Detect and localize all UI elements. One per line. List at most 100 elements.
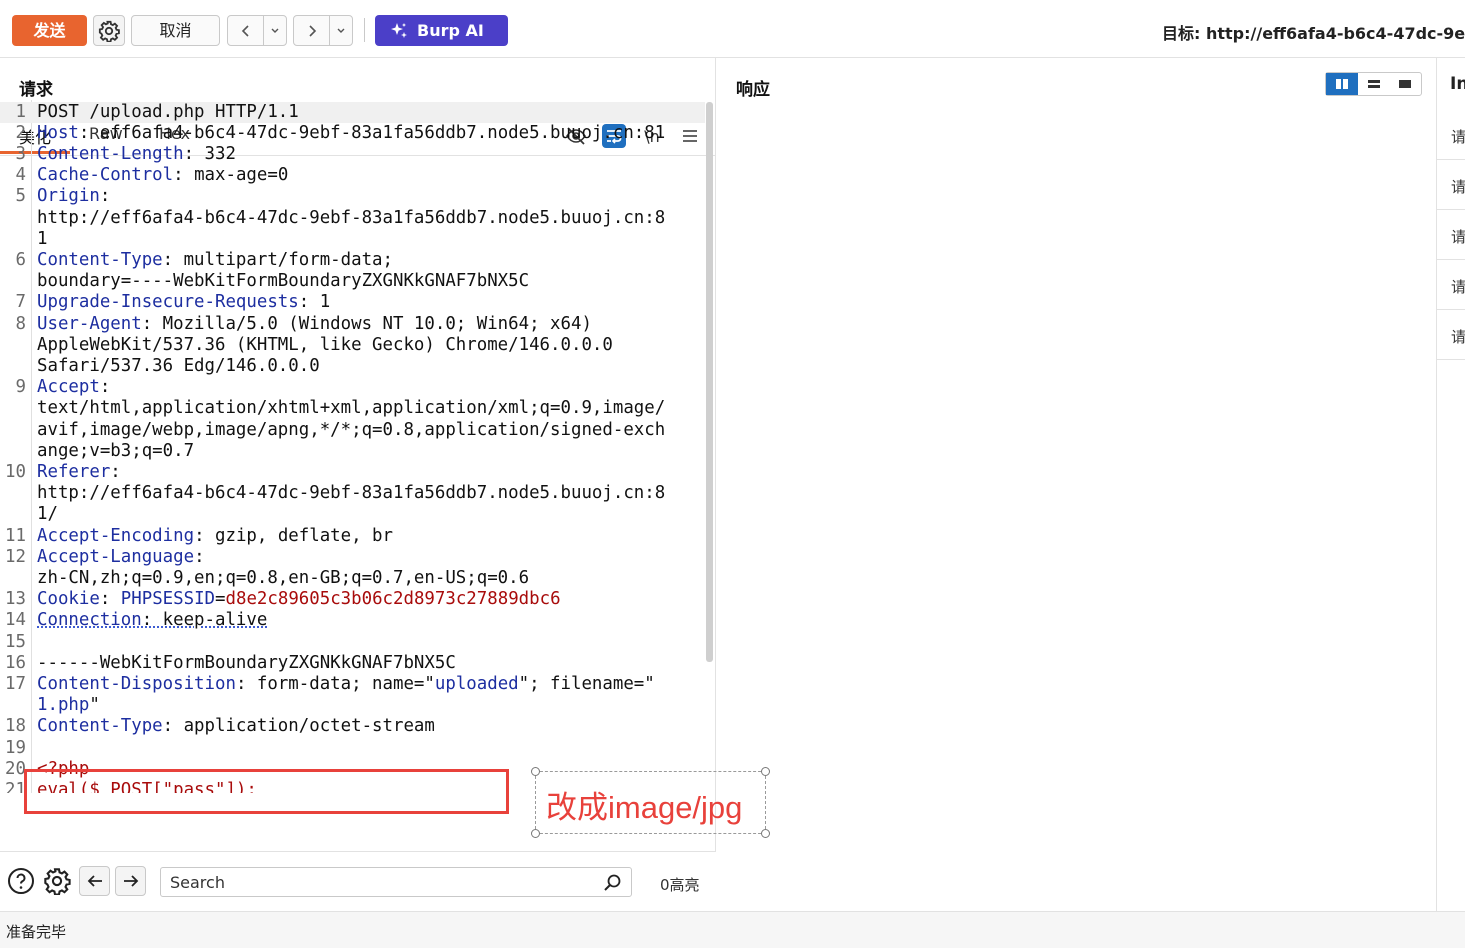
code-line[interactable]: 9 Accept: [0, 377, 705, 398]
search-settings-button[interactable] [42, 866, 72, 896]
inspector-row[interactable]: 请 [1437, 160, 1465, 210]
code-line[interactable]: 12 Accept-Language: [0, 547, 705, 568]
code-line[interactable]: 11 Accept-Encoding: gzip, deflate, br [0, 526, 705, 547]
single-view-button[interactable] [1389, 73, 1421, 95]
code-token: Content-Length [37, 143, 184, 164]
code-line[interactable]: 1 [0, 229, 705, 250]
code-token: ------WebKitFormBoundaryZXGNKkGNAF7bNX5C [37, 652, 456, 673]
code-token: PHPSESSID [120, 589, 216, 610]
code-token: avif,image/webp,image/apng,*/*;q=0.8,app… [37, 419, 666, 440]
inspector-row-label: 请 [1451, 328, 1465, 346]
code-line[interactable]: 14 Connection: keep-alive [0, 610, 705, 631]
settings-button[interactable] [93, 15, 125, 46]
code-line[interactable]: Safari/537.36 Edg/146.0.0.0 [0, 356, 705, 377]
code-line[interactable]: text/html,application/xhtml+xml,applicat… [0, 398, 705, 419]
code-token: 1/ [37, 504, 58, 525]
line-content: 1/ [37, 504, 58, 525]
code-line[interactable]: 7 Upgrade-Insecure-Requests: 1 [0, 292, 705, 313]
line-content: ange;v=b3;q=0.7 [37, 441, 194, 462]
code-line[interactable]: AppleWebKit/537.36 (KHTML, like Gecko) C… [0, 335, 705, 356]
inspector-row[interactable]: 请 [1437, 110, 1465, 160]
code-line[interactable]: 8 User-Agent: Mozilla/5.0 (Windows NT 10.… [0, 314, 705, 335]
code-line[interactable]: boundary=----WebKitFormBoundaryZXGNKkGNA… [0, 271, 705, 292]
back-button[interactable] [228, 16, 264, 45]
gear-icon [44, 868, 71, 895]
editor-scrollbar[interactable] [706, 102, 713, 662]
code-token: : max-age=0 [173, 165, 289, 186]
search-input[interactable]: Search [160, 867, 632, 897]
code-line[interactable]: zh-CN,zh;q=0.9,en;q=0.8,en-GB;q=0.7,en-U… [0, 568, 705, 589]
code-line[interactable]: 19 [0, 738, 705, 759]
code-line[interactable]: http://eff6afa4-b6c4-47dc-9ebf-83a1fa56d… [0, 483, 705, 504]
code-line[interactable]: 2 Host: eff6afa4-b6c4-47dc-9ebf-83a1fa56d… [0, 123, 705, 144]
line-content: Origin: [37, 186, 110, 207]
split-horizontal-button[interactable] [1358, 73, 1390, 95]
code-line[interactable]: 4 Cache-Control: max-age=0 [0, 165, 705, 186]
code-line[interactable]: 15 [0, 632, 705, 653]
code-line[interactable]: 13 Cookie: PHPSESSID=d8e2c89605c3b06c2d89… [0, 589, 705, 610]
resize-handle[interactable] [531, 829, 540, 838]
code-token: : 1 [298, 292, 331, 313]
forward-button[interactable] [294, 16, 330, 45]
help-icon [8, 868, 34, 894]
code-line[interactable]: ange;v=b3;q=0.7 [0, 441, 705, 462]
line-number: 8 [15, 313, 26, 334]
code-line[interactable]: 18 Content-Type: application/octet-stream [0, 716, 705, 737]
code-line[interactable]: http://eff6afa4-b6c4-47dc-9ebf-83a1fa56d… [0, 208, 705, 229]
line-number: 15 [5, 631, 26, 652]
code-token: Safari/537.36 Edg/146.0.0.0 [37, 355, 320, 376]
burp-ai-button[interactable]: Burp AI [375, 15, 508, 46]
sparkle-icon [391, 22, 407, 38]
target-url[interactable]: 目标: http://eff6afa4-b6c4-47dc-9ebf- [1162, 20, 1465, 44]
line-number: 20 [5, 758, 26, 779]
code-token: Referer [37, 461, 111, 482]
code-line[interactable]: 5 Origin: [0, 186, 705, 207]
help-button[interactable] [6, 866, 36, 896]
code-line[interactable]: 3 Content-Length: 332 [0, 144, 705, 165]
inspector-row[interactable]: 请 [1437, 210, 1465, 260]
inspector-row-label: 请 [1451, 228, 1465, 246]
code-token: Accept [37, 377, 100, 398]
line-number: 2 [15, 122, 26, 143]
code-line[interactable]: 6 Content-Type: multipart/form-data; [0, 250, 705, 271]
resize-handle[interactable] [531, 767, 540, 776]
highlight-box [24, 769, 509, 814]
cancel-button[interactable]: 取消 [131, 15, 220, 46]
line-content: Content-Type: multipart/form-data; [37, 250, 393, 271]
line-content: Cookie: PHPSESSID=d8e2c89605c3b06c2d8973… [37, 589, 561, 610]
code-line[interactable]: avif,image/webp,image/apng,*/*;q=0.8,app… [0, 420, 705, 441]
line-content: AppleWebKit/537.36 (KHTML, like Gecko) C… [37, 335, 613, 356]
line-content: Safari/537.36 Edg/146.0.0.0 [37, 356, 320, 377]
back-history-dropdown[interactable] [264, 16, 286, 45]
code-line[interactable]: 1 POST /upload.php HTTP/1.1 [0, 101, 705, 123]
code-token: : [99, 377, 111, 398]
line-content: http://eff6afa4-b6c4-47dc-9ebf-83a1fa56d… [37, 483, 665, 504]
inspector-panel: In 请 请 请 请 请 [1436, 58, 1465, 911]
request-editor[interactable]: 1 POST /upload.php HTTP/1.1 2 Host: eff6afa… [0, 100, 705, 793]
inspector-row[interactable]: 请 [1437, 310, 1465, 360]
previous-match-button[interactable] [79, 866, 110, 896]
code-line[interactable]: 1.php" [0, 695, 705, 716]
inspector-row[interactable]: 请 [1437, 260, 1465, 310]
line-content: POST /upload.php HTTP/1.1 [37, 102, 299, 123]
code-token: "; filename=" [518, 673, 655, 694]
resize-handle[interactable] [761, 829, 770, 838]
send-button[interactable]: 发送 [12, 15, 87, 46]
annotation-text: 改成image/jpg [546, 790, 743, 825]
code-token: Connection [37, 610, 142, 631]
code-token: Accept-Language [37, 546, 195, 567]
code-token: : [194, 546, 205, 567]
resize-handle[interactable] [761, 767, 770, 776]
forward-history-dropdown[interactable] [330, 16, 352, 45]
next-match-button[interactable] [115, 866, 146, 896]
split-vertical-button[interactable] [1326, 73, 1358, 95]
code-line[interactable]: 16 ------WebKitFormBoundaryZXGNKkGNAF7bNX… [0, 653, 705, 674]
code-line[interactable]: 17 Content-Disposition: form-data; name="… [0, 674, 705, 695]
line-content: http://eff6afa4-b6c4-47dc-9ebf-83a1fa56d… [37, 208, 665, 229]
code-line[interactable]: 10 Referer: [0, 462, 705, 483]
code-token: Cookie [37, 589, 100, 610]
line-content: Content-Type: application/octet-stream [37, 716, 435, 737]
code-line[interactable]: 1/ [0, 504, 705, 525]
search-bar: Search 0高亮 [0, 851, 716, 911]
line-content: Upgrade-Insecure-Requests: 1 [37, 292, 330, 313]
